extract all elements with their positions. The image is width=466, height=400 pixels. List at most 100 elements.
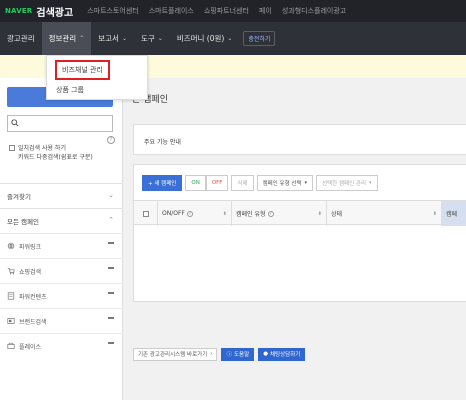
menu-bizmoney[interactable]: 비즈머니 (0원) ⌄ (170, 22, 240, 55)
column-status-label: 상태 (331, 211, 343, 218)
search-icon (11, 119, 19, 127)
legacy-system-link[interactable]: 기존 광고관리시스템 바로가기 › (133, 347, 218, 361)
sidebar-item-label: 플레이스 (19, 343, 42, 351)
menu-tools[interactable]: 도구 ⌄ (134, 22, 170, 55)
globe-icon (7, 242, 15, 250)
column-campaign-name[interactable]: 캠페 (442, 201, 466, 226)
sidebar-item-label: 파워링크 (19, 243, 42, 251)
exact-match-checkbox[interactable] (9, 145, 15, 151)
sort-icon[interactable]: ⬍ (223, 211, 227, 217)
menu-info-management-label: 정보관리 (48, 34, 77, 43)
topnav-link-smartplace[interactable]: 스마트플레이스 (149, 6, 194, 16)
collapse-icon[interactable] (108, 267, 114, 269)
select-all-checkbox[interactable] (142, 210, 149, 217)
chevron-up-icon: ⌃ (79, 35, 85, 42)
column-onoff-label: ON/OFF (162, 210, 185, 217)
exact-match-label: 일치검색 사용 하기 (18, 145, 66, 152)
column-campaign-type-label: 캠페인 유형 (236, 211, 266, 218)
on-button[interactable]: ON (185, 175, 206, 191)
sidebar-item-powerlink[interactable]: 파워링크 (0, 233, 123, 258)
chevron-right-icon: › (210, 351, 213, 357)
brand-icon (7, 318, 15, 324)
feature-guide-panel: 주요 기능 안내 (133, 124, 466, 155)
table-header: ON/OFF ? ⬍ 캠페인 유형 ? ⬍ 상태 ⬍ 캠페 (134, 200, 466, 226)
topnav-link-display-ads[interactable]: 성과형디스플레이광고 (282, 6, 346, 16)
chevron-down-icon: ⌄ (121, 35, 127, 42)
column-campaign-name-label: 캠페 (446, 211, 458, 218)
help-button[interactable]: ⓘ 도움말 (221, 347, 255, 361)
help-button-label: 도움말 (234, 352, 250, 358)
app-title[interactable]: 검색광고 (36, 4, 73, 19)
menu-reports[interactable]: 보고서 ⌄ (91, 22, 134, 55)
sidebar-item-shopping[interactable]: 쇼핑검색 (0, 258, 123, 283)
selected-campaign-manage-select[interactable]: 선택한 캠페인 관리 ▾ (316, 175, 378, 191)
chevron-down-icon[interactable]: ⌄ (108, 191, 114, 199)
exact-match-sublabel: 키워드 다중검색(쉼표로 구분) (18, 154, 93, 161)
chat-consult-button[interactable]: ● 채팅상담하기 (258, 347, 306, 361)
campaign-table-panel: + 새 캠페인 ON OFF 삭제 캠페인 유형 선택 ▾ 선택한 캠페인 관리… (133, 164, 466, 302)
chevron-down-icon: ⌄ (227, 35, 233, 42)
chevron-down-icon: ⌄ (157, 35, 163, 42)
naver-logo[interactable]: NAVER (5, 7, 32, 15)
selected-campaign-manage-label: 선택한 캠페인 관리 (322, 181, 367, 187)
chevron-down-icon: ▾ (304, 180, 308, 186)
dropdown-item-product-group[interactable]: 상품 그룹 (56, 85, 84, 95)
top-bar: NAVER 검색광고 스마트스토어센터 스마트플레이스 쇼핑파트너센터 페이 성… (0, 0, 466, 22)
column-campaign-type[interactable]: 캠페인 유형 ? ⬍ (232, 201, 327, 226)
campaign-type-select-label: 캠페인 유형 선택 (262, 181, 302, 187)
favorites-section[interactable]: 즐겨찾기 ⌄ (0, 183, 123, 208)
sort-icon[interactable]: ⬍ (433, 211, 437, 217)
help-icon[interactable]: ? (107, 136, 115, 144)
select-all-cell (134, 201, 158, 226)
sidebar-item-place[interactable]: 플레이스 (0, 333, 123, 358)
charge-button[interactable]: 충전하기 (243, 31, 276, 46)
menu-ad-management[interactable]: 광고관리 (0, 22, 42, 55)
help-icon[interactable]: ? (186, 210, 193, 217)
chevron-down-icon: ▾ (369, 180, 372, 186)
dropdown-item-bizchannel[interactable]: 비즈채널 관리 (55, 60, 110, 80)
menu-ad-management-label: 광고관리 (7, 34, 35, 43)
info-management-dropdown: 비즈채널 관리 상품 그룹 (46, 55, 148, 100)
bottom-bar: 기존 광고관리시스템 바로가기 › ⓘ 도움말 ● 채팅상담하기 (133, 346, 309, 362)
collapse-icon[interactable] (108, 242, 114, 244)
topnav-link-pay[interactable]: 페이 (259, 6, 272, 16)
topnav-link-shopping-partner[interactable]: 쇼핑파트너센터 (204, 6, 249, 16)
menu-tools-label: 도구 (140, 34, 155, 43)
cart-icon (7, 268, 15, 275)
info-icon: ⓘ (226, 352, 232, 358)
collapse-icon[interactable] (108, 342, 114, 344)
main-menu-bar: 광고관리 정보관리 ⌃ 보고서 ⌄ 도구 ⌄ 비즈머니 (0원) ⌄ 충전하기 (0, 22, 466, 55)
menu-bizmoney-label: 비즈머니 (0원) (176, 34, 225, 43)
column-status[interactable]: 상태 ⬍ (327, 201, 442, 226)
chat-icon: ● (263, 351, 268, 357)
menu-info-management[interactable]: 정보관리 ⌃ (41, 22, 92, 55)
sidebar-item-brandsearch[interactable]: 브랜드검색 (0, 308, 123, 333)
collapse-icon[interactable] (108, 317, 114, 319)
sidebar-item-label: 브랜드검색 (19, 318, 47, 326)
feature-guide-label[interactable]: 주요 기능 안내 (144, 137, 181, 146)
all-campaigns-section[interactable]: 모든 캠페인 ⌃ (0, 208, 123, 233)
sidebar-item-label: 파워컨텐츠 (19, 293, 47, 301)
sort-icon[interactable]: ⬍ (318, 211, 322, 217)
column-onoff[interactable]: ON/OFF ? ⬍ (158, 201, 232, 226)
delete-button[interactable]: 삭제 (231, 175, 254, 191)
favorites-label: 즐겨찾기 (7, 193, 31, 201)
chevron-up-icon[interactable]: ⌃ (108, 216, 114, 224)
chat-consult-label: 채팅상담하기 (270, 352, 301, 358)
collapse-icon[interactable] (108, 292, 114, 294)
campaign-type-select[interactable]: 캠페인 유형 선택 ▾ (256, 175, 314, 191)
topnav-link-smartstore[interactable]: 스마트스토어센터 (87, 6, 139, 16)
all-campaigns-label: 모든 캠페인 (7, 218, 39, 226)
legacy-system-label: 기존 광고관리시스템 바로가기 (138, 352, 208, 358)
menu-reports-label: 보고서 (98, 34, 119, 43)
campaign-toolbar: + 새 캠페인 ON OFF 삭제 캠페인 유형 선택 ▾ 선택한 캠페인 관리… (142, 175, 381, 191)
sidebar-item-powercontents[interactable]: 파워컨텐츠 (0, 283, 123, 308)
off-button[interactable]: OFF (205, 175, 229, 191)
place-icon (7, 342, 15, 349)
sidebar: 일치검색 사용 하기 키워드 다중검색(쉼표로 구분) ? 즐겨찾기 ⌄ 모든 … (0, 78, 123, 400)
sidebar-item-label: 쇼핑검색 (19, 268, 42, 276)
help-icon[interactable]: ? (267, 210, 274, 217)
document-icon (7, 292, 15, 300)
campaign-search-input[interactable] (7, 115, 113, 132)
new-campaign-button[interactable]: + 새 캠페인 (142, 175, 183, 191)
